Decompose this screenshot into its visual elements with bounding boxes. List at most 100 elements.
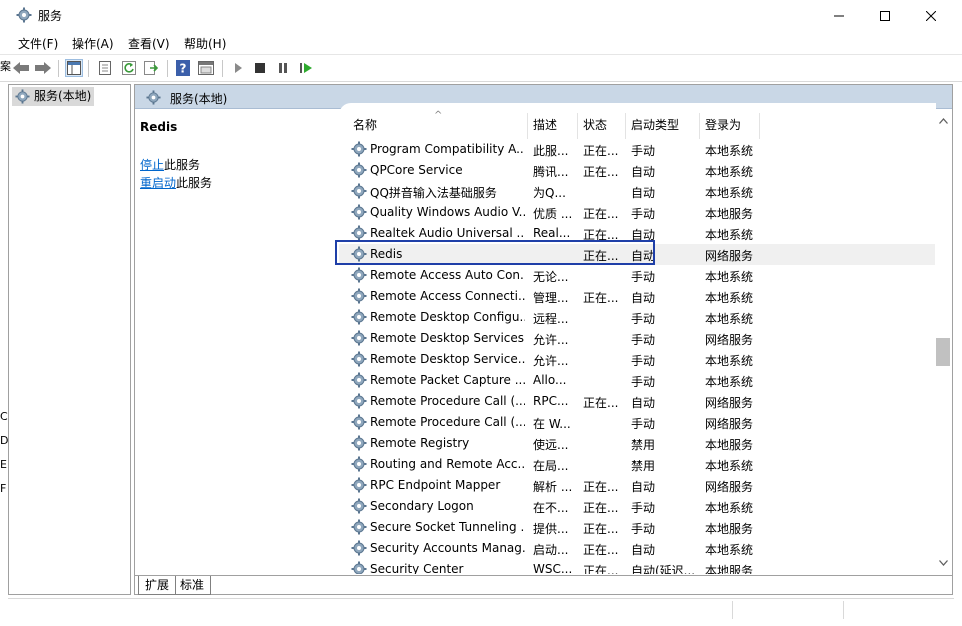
toolbar-separator [222,60,223,77]
column-divider[interactable] [577,113,578,139]
service-row[interactable]: Remote Desktop Configu... 远程... 手动 本地系统 [339,307,936,328]
stop-icon [255,63,265,73]
service-row[interactable]: Remote Procedure Call (... RPC... 正在... 自动 网… [339,391,936,412]
service-startup-type: 禁用 [631,459,656,473]
pause-service-button[interactable] [274,59,292,77]
toolbar-separator [88,60,89,77]
column-header-logon-as[interactable]: 登录为 [705,117,741,139]
service-name: Remote Access Auto Con... [370,268,525,282]
background-window-fragment: E [0,458,7,471]
service-row[interactable]: Remote Procedure Call (... 在 W... 手动 网络服务 [339,412,936,433]
menu-file[interactable]: 文件(F) [18,35,58,52]
maximize-button[interactable] [862,0,908,32]
minimize-button[interactable] [816,0,862,32]
view-tabs: 扩展 标准 [134,575,953,595]
column-divider[interactable] [699,113,700,139]
scroll-up-button[interactable] [935,114,952,128]
gear-icon [351,183,367,199]
gear-icon [351,267,367,283]
background-window-fragment: D [0,434,9,447]
vertical-scrollbar[interactable] [935,110,952,573]
service-description: 允许... [533,333,569,347]
service-logon-as: 本地系统 [705,144,754,158]
service-row[interactable]: Remote Registry 使远... 禁用 本地服务 [339,433,936,454]
column-header-description[interactable]: 描述 [533,117,557,139]
restart-service-button[interactable] [297,59,315,77]
service-row[interactable]: Security Accounts Manag... 启动... 正在... 自动 本地… [339,538,936,559]
service-row[interactable]: Security Center WSC... 正在... 自动(延迟... 本地服务 [339,559,936,574]
service-row[interactable]: Remote Access Connecti... 管理... 正在... 自动 本地系… [339,286,936,307]
status-divider [732,601,733,619]
export-list-button[interactable] [143,59,161,77]
action-suffix: 此服务 [176,176,213,190]
scroll-down-button[interactable] [935,556,952,570]
service-row[interactable]: QPCore Service 腾讯... 正在... 自动 本地系统 [339,160,936,181]
service-row[interactable]: Remote Desktop Service... 允许... 手动 本地系统 [339,349,936,370]
restart-icon [300,63,312,73]
gear-icon [351,414,367,430]
service-detail-pane: Redis 停止此服务 重启动此服务 [135,110,339,573]
services-panel: 服务(本地) Redis 停止此服务 重启动此服务 ^ 名称 描述 状态 启动类… [134,84,953,595]
help-button[interactable]: ? [174,59,192,77]
stop-service-link[interactable]: 停止 [140,158,164,172]
service-logon-as: 本地系统 [705,165,754,179]
service-startup-type: 自动 [631,480,656,494]
service-startup-type: 手动 [631,270,656,284]
service-row[interactable]: Program Compatibility A... 此服... 正在... 手动 本地… [339,139,936,160]
service-row[interactable]: QQ拼音输入法基础服务 为Q... 自动 本地系统 [339,181,936,202]
service-logon-as: 本地服务 [705,564,754,574]
stop-service-button[interactable] [251,59,269,77]
service-startup-type: 自动 [631,396,656,410]
tab-standard[interactable]: 标准 [174,576,212,595]
column-divider[interactable] [625,113,626,139]
tree-item-services-local[interactable]: 服务(本地) [12,87,95,106]
arrow-right-icon [35,62,51,74]
toolbar-separator [58,60,59,77]
back-button[interactable] [12,59,30,77]
tab-extended[interactable]: 扩展 [138,576,177,595]
service-logon-as: 本地系统 [705,375,754,389]
service-logon-as: 本地系统 [705,312,754,326]
column-divider[interactable] [759,113,760,139]
forward-button[interactable] [34,59,52,77]
scroll-thumb[interactable] [936,338,950,366]
service-row[interactable]: Remote Packet Capture ... Allo... 手动 本地系统 [339,370,936,391]
gear-icon [351,540,367,556]
service-status: 正在... [583,165,619,179]
properties-button[interactable] [96,59,114,77]
service-name: QQ拼音输入法基础服务 [370,186,497,200]
column-header-status[interactable]: 状态 [583,117,607,139]
service-row[interactable]: RPC Endpoint Mapper 解析 ... 正在... 自动 网络服务 [339,475,936,496]
service-row[interactable]: Quality Windows Audio V... 优质 ... 正在... 手动 本… [339,202,936,223]
restart-service-link[interactable]: 重启动 [140,176,176,190]
toolbar: ? [0,54,962,82]
refresh-button[interactable] [120,59,138,77]
title-bar[interactable]: 服务 [0,0,962,32]
start-service-button[interactable] [229,59,247,77]
column-divider[interactable] [527,113,528,139]
console-view-button[interactable] [197,59,215,77]
service-logon-as: 本地系统 [705,459,754,473]
service-startup-type: 禁用 [631,438,656,452]
service-name: Remote Registry [370,436,470,450]
service-row[interactable]: Remote Desktop Services 允许... 手动 网络服务 [339,328,936,349]
sort-ascending-icon: ^ [434,110,443,121]
menu-help[interactable]: 帮助(H) [184,35,226,52]
column-header-startup-type[interactable]: 启动类型 [631,117,679,139]
selection-highlight-box [335,240,655,265]
console-tree-icon [67,61,81,75]
gear-icon [351,519,367,535]
menu-action[interactable]: 操作(A) [72,35,114,52]
service-status: 正在... [583,144,619,158]
service-row[interactable]: Secondary Logon 在不... 正在... 手动 本地系统 [339,496,936,517]
service-name: Secondary Logon [370,499,474,513]
menu-view[interactable]: 查看(V) [128,35,170,52]
column-header-name[interactable]: 名称 [353,117,377,139]
service-row[interactable]: Remote Access Auto Con... 无论... 手动 本地系统 [339,265,936,286]
service-description: RPC... [533,394,569,408]
show-hide-tree-button[interactable] [65,59,83,77]
close-button[interactable] [908,0,954,32]
service-row[interactable]: Secure Socket Tunneling ... 提供... 正在... 手动 本… [339,517,936,538]
service-logon-as: 本地系统 [705,354,754,368]
service-row[interactable]: Routing and Remote Acc... 在局... 禁用 本地系统 [339,454,936,475]
